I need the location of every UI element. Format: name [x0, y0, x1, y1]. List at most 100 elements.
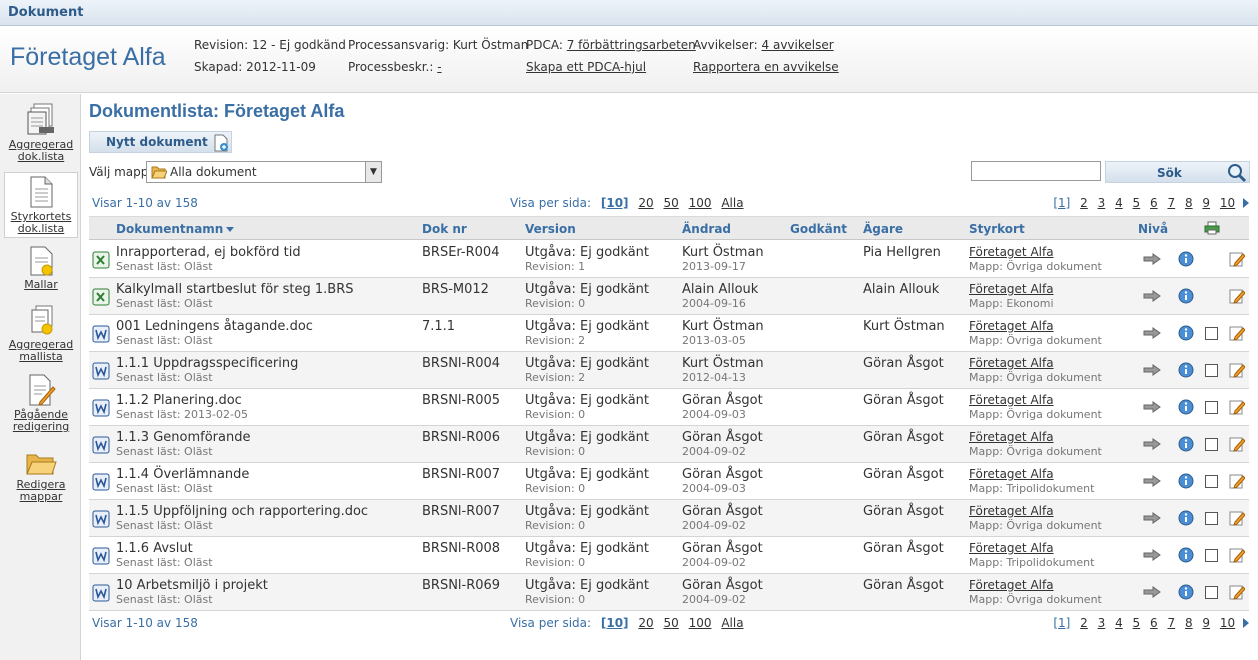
edit-icon[interactable] — [1229, 251, 1245, 267]
per-page-option[interactable]: 20 — [638, 196, 653, 210]
page-link[interactable]: 4 — [1115, 616, 1123, 630]
page-link[interactable]: 2 — [1080, 196, 1088, 210]
level-arrow-icon[interactable] — [1143, 586, 1161, 598]
level-arrow-icon[interactable] — [1143, 253, 1161, 265]
column-approved[interactable]: Godkänt — [790, 222, 847, 236]
next-page-icon[interactable] — [1243, 618, 1249, 628]
scorecard-link[interactable]: Företaget Alfa — [969, 319, 1102, 334]
table-row[interactable]: Inrapporterad, ej bokförd tid Senast läst… — [89, 241, 1249, 278]
page-link[interactable]: 5 — [1133, 196, 1141, 210]
select-checkbox[interactable] — [1205, 475, 1218, 488]
per-page-option[interactable]: Alla — [721, 616, 743, 630]
select-checkbox[interactable] — [1205, 401, 1218, 414]
per-page-option[interactable]: 100 — [689, 196, 712, 210]
info-icon[interactable] — [1178, 399, 1194, 415]
edit-icon[interactable] — [1229, 288, 1245, 304]
scorecard-link[interactable]: Företaget Alfa — [969, 467, 1094, 482]
level-arrow-icon[interactable] — [1143, 475, 1161, 487]
level-arrow-icon[interactable] — [1143, 364, 1161, 376]
level-arrow-icon[interactable] — [1143, 327, 1161, 339]
doc-name[interactable]: 1.1.3 Genomförande — [116, 430, 250, 445]
select-checkbox[interactable] — [1205, 364, 1218, 377]
page-link[interactable]: 7 — [1167, 196, 1175, 210]
page-link[interactable]: 9 — [1202, 196, 1210, 210]
column-docno[interactable]: Dok nr — [422, 222, 467, 236]
sidebar-item-ongoing-editing[interactable]: Pågående redigering — [4, 374, 78, 433]
print-icon[interactable] — [1204, 221, 1220, 235]
info-icon[interactable] — [1178, 362, 1194, 378]
chevron-down-icon[interactable]: ▼ — [365, 162, 381, 182]
deviations-link[interactable]: 4 avvikelser — [762, 38, 834, 52]
sidebar-item-scorecard-doclist[interactable]: Styrkortets dok.lista — [4, 172, 78, 238]
search-button[interactable]: Sök — [1105, 161, 1250, 183]
level-arrow-icon[interactable] — [1143, 290, 1161, 302]
info-icon[interactable] — [1178, 473, 1194, 489]
page-link[interactable]: 4 — [1115, 196, 1123, 210]
page-link[interactable]: 10 — [1220, 616, 1235, 630]
doc-name[interactable]: 1.1.4 Överlämnande — [116, 467, 249, 482]
doc-name[interactable]: 1.1.6 Avslut — [116, 541, 213, 556]
page-link[interactable]: 5 — [1133, 616, 1141, 630]
edit-icon[interactable] — [1229, 584, 1245, 600]
sidebar-item-templates[interactable]: Mallar — [4, 246, 78, 291]
doc-name[interactable]: 001 Ledningens åtagande.doc — [116, 319, 313, 334]
column-name[interactable]: Dokumentnamn — [116, 222, 235, 236]
scorecard-link[interactable]: Företaget Alfa — [969, 245, 1102, 260]
sidebar-item-aggregated-templatelist[interactable]: Aggregerad mallista — [4, 304, 78, 363]
column-scorecard[interactable]: Styrkort — [969, 222, 1025, 236]
table-row[interactable]: Kalkylmall startbeslut för steg 1.BRS Sen… — [89, 278, 1249, 315]
level-arrow-icon[interactable] — [1143, 438, 1161, 450]
edit-icon[interactable] — [1229, 547, 1245, 563]
edit-icon[interactable] — [1229, 362, 1245, 378]
select-checkbox[interactable] — [1205, 327, 1218, 340]
page-link[interactable]: 2 — [1080, 616, 1088, 630]
select-checkbox[interactable] — [1205, 586, 1218, 599]
page-link[interactable]: [1] — [1053, 196, 1070, 210]
page-link[interactable]: 3 — [1098, 196, 1106, 210]
scorecard-link[interactable]: Företaget Alfa — [969, 430, 1102, 445]
per-page-option[interactable]: Alla — [721, 196, 743, 210]
per-page-option[interactable]: 20 — [638, 616, 653, 630]
doc-name[interactable]: 1.1.2 Planering.doc — [116, 393, 248, 408]
page-link[interactable]: 6 — [1150, 616, 1158, 630]
per-page-option[interactable]: 50 — [663, 616, 678, 630]
create-pdca-link[interactable]: Skapa ett PDCA-hjul — [526, 60, 646, 74]
info-icon[interactable] — [1178, 547, 1194, 563]
table-row[interactable]: 1.1.6 Avslut Senast läst: Oläst BRSNl-R008… — [89, 537, 1249, 574]
search-input[interactable] — [971, 161, 1101, 181]
table-row[interactable]: 1.1.4 Överlämnande Senast läst: Oläst BRSN… — [89, 463, 1249, 500]
per-page-option[interactable]: 100 — [689, 616, 712, 630]
level-arrow-icon[interactable] — [1143, 401, 1161, 413]
info-icon[interactable] — [1178, 288, 1194, 304]
select-checkbox[interactable] — [1205, 549, 1218, 562]
next-page-icon[interactable] — [1243, 198, 1249, 208]
table-row[interactable]: 001 Ledningens åtagande.doc Senast läst: … — [89, 315, 1249, 352]
page-link[interactable]: 10 — [1220, 196, 1235, 210]
level-arrow-icon[interactable] — [1143, 549, 1161, 561]
sidebar-item-aggregated-doclist[interactable]: Aggregerad dok.lista — [4, 102, 78, 163]
edit-icon[interactable] — [1229, 510, 1245, 526]
table-row[interactable]: 10 Arbetsmiljö i projekt Senast läst: Olä… — [89, 574, 1249, 611]
scorecard-link[interactable]: Företaget Alfa — [969, 541, 1094, 556]
column-changed[interactable]: Ändrad — [682, 222, 731, 236]
page-link[interactable]: 9 — [1202, 616, 1210, 630]
edit-icon[interactable] — [1229, 399, 1245, 415]
select-checkbox[interactable] — [1205, 438, 1218, 451]
process-desc-link[interactable]: - — [437, 60, 441, 74]
table-row[interactable]: 1.1.2 Planering.doc Senast läst: 2013-02-… — [89, 389, 1249, 426]
doc-name[interactable]: Kalkylmall startbeslut för steg 1.BRS — [116, 282, 353, 297]
page-link[interactable]: 8 — [1185, 616, 1193, 630]
info-icon[interactable] — [1178, 251, 1194, 267]
page-link[interactable]: [1] — [1053, 616, 1070, 630]
new-document-button[interactable]: Nytt dokument — [89, 131, 232, 153]
sidebar-item-edit-folders[interactable]: Redigera mappar — [4, 450, 78, 503]
page-link[interactable]: 3 — [1098, 616, 1106, 630]
edit-icon[interactable] — [1229, 473, 1245, 489]
doc-name[interactable]: 1.1.5 Uppföljning och rapportering.doc — [116, 504, 368, 519]
pdca-link[interactable]: 7 förbättringsarbeten — [567, 38, 696, 52]
info-icon[interactable] — [1178, 510, 1194, 526]
column-level[interactable]: Nivå — [1138, 222, 1168, 236]
page-link[interactable]: 7 — [1167, 616, 1175, 630]
edit-icon[interactable] — [1229, 436, 1245, 452]
column-version[interactable]: Version — [525, 222, 576, 236]
